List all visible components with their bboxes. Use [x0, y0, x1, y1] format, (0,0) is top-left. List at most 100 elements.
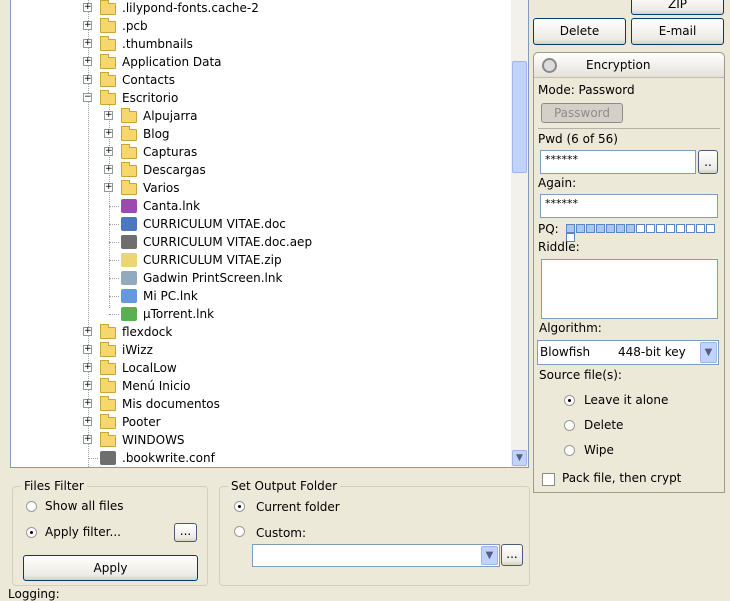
- tree-item[interactable]: + Capturas: [11, 143, 511, 161]
- tree-item[interactable]: Mi PC.lnk: [11, 287, 511, 305]
- pq-segment: [566, 224, 575, 233]
- expand-icon[interactable]: +: [104, 183, 113, 192]
- algorithm-select[interactable]: Blowfish 448-bit key ▼: [537, 340, 719, 365]
- delete-button[interactable]: Delete: [533, 18, 626, 45]
- tree-item[interactable]: + Varios: [11, 179, 511, 197]
- scroll-down-button[interactable]: ▼: [512, 450, 527, 466]
- expand-icon[interactable]: +: [83, 363, 92, 372]
- pack-checkbox[interactable]: [542, 473, 555, 486]
- pq-label: PQ:: [538, 222, 559, 236]
- toggle-circle-icon[interactable]: [542, 58, 557, 73]
- tree-scrollbar[interactable]: ▼: [511, 0, 528, 467]
- tree-item-label: .lilypond-fonts.cache-2: [122, 1, 259, 15]
- pq-segment: [636, 224, 645, 233]
- expand-icon[interactable]: +: [83, 39, 92, 48]
- apply-filter-radio[interactable]: [26, 527, 37, 538]
- tree-item[interactable]: − Escritorio: [11, 89, 511, 107]
- tree-item[interactable]: Canta.lnk: [11, 197, 511, 215]
- expand-icon[interactable]: +: [83, 75, 92, 84]
- tree-item-label: Capturas: [143, 145, 198, 159]
- tree-item[interactable]: CURRICULUM VITAE.zip: [11, 251, 511, 269]
- tree-item[interactable]: + flexdock: [11, 323, 511, 341]
- expand-icon[interactable]: +: [83, 57, 92, 66]
- tree-item[interactable]: CURRICULUM VITAE.doc: [11, 215, 511, 233]
- encryption-title: Encryption: [586, 58, 651, 72]
- folder-icon: [100, 396, 116, 411]
- expand-icon[interactable]: +: [83, 435, 92, 444]
- chevron-down-icon[interactable]: ▼: [481, 546, 498, 565]
- email-button[interactable]: E-mail: [631, 18, 724, 45]
- show-all-radio[interactable]: [26, 501, 37, 512]
- expand-icon[interactable]: +: [83, 21, 92, 30]
- tree-item[interactable]: + Blog: [11, 125, 511, 143]
- output-folder-title: Set Output Folder: [228, 479, 341, 493]
- scrollbar-thumb[interactable]: [512, 61, 527, 173]
- zip-button[interactable]: ZIP: [631, 0, 724, 15]
- tree-item[interactable]: + Application Data: [11, 53, 511, 71]
- tree-item[interactable]: µTorrent.lnk: [11, 305, 511, 323]
- tree-item[interactable]: + Pooter: [11, 413, 511, 431]
- pq-segment: [646, 224, 655, 233]
- expand-icon[interactable]: +: [104, 147, 113, 156]
- chevron-down-icon[interactable]: ▼: [700, 342, 717, 363]
- tree-item[interactable]: + WINDOWS: [11, 431, 511, 449]
- expand-icon[interactable]: +: [104, 165, 113, 174]
- tree-item-label: .bookwrite.conf: [122, 451, 215, 465]
- tree-item[interactable]: + Mis documentos: [11, 395, 511, 413]
- custom-folder-select[interactable]: ▼: [252, 544, 500, 567]
- folder-icon: [100, 378, 116, 393]
- password-field[interactable]: ******: [540, 150, 696, 174]
- tree-item[interactable]: + iWizz: [11, 341, 511, 359]
- show-all-label: Show all files: [45, 499, 124, 513]
- password-confirm-field[interactable]: ******: [540, 194, 718, 218]
- tree-item[interactable]: + .pcb: [11, 17, 511, 35]
- tree-item[interactable]: + .lilypond-fonts.cache-2: [11, 0, 511, 17]
- folder-icon: [100, 72, 116, 87]
- apply-button[interactable]: Apply: [23, 555, 198, 581]
- expand-icon[interactable]: +: [83, 399, 92, 408]
- expand-icon[interactable]: +: [104, 111, 113, 120]
- password-browse-button[interactable]: ..: [698, 150, 718, 174]
- tree-item[interactable]: Gadwin PrintScreen.lnk: [11, 269, 511, 287]
- riddle-field[interactable]: [541, 259, 718, 319]
- tree-item-label: Descargas: [143, 163, 206, 177]
- filter-browse-button[interactable]: ...: [174, 523, 197, 542]
- tree-item[interactable]: + LocalLow: [11, 359, 511, 377]
- tree-item[interactable]: + Menú Inicio: [11, 377, 511, 395]
- custom-radio[interactable]: [234, 526, 245, 537]
- encryption-header[interactable]: Encryption: [534, 53, 724, 78]
- source-option-radio[interactable]: [564, 420, 575, 431]
- tree-item[interactable]: .bookwrite.conf: [11, 449, 511, 467]
- custom-folder-browse-button[interactable]: ...: [501, 544, 523, 566]
- tree-item[interactable]: + Alpujarra: [11, 107, 511, 125]
- expand-icon[interactable]: +: [83, 381, 92, 390]
- expand-icon[interactable]: +: [83, 345, 92, 354]
- expand-icon[interactable]: +: [83, 417, 92, 426]
- riddle-label: Riddle:: [538, 240, 580, 254]
- tree-item-label: Gadwin PrintScreen.lnk: [143, 271, 283, 285]
- tree-item[interactable]: + Contacts: [11, 71, 511, 89]
- collapse-icon[interactable]: −: [83, 93, 92, 102]
- tree-item[interactable]: CURRICULUM VITAE.doc.aep: [11, 233, 511, 251]
- tree-item-label: Mis documentos: [122, 397, 220, 411]
- files-filter-group: Files Filter Show all files Apply filter…: [12, 479, 208, 586]
- tree-item-label: Menú Inicio: [122, 379, 191, 393]
- current-folder-radio[interactable]: [234, 501, 245, 512]
- file-tree[interactable]: + .lilypond-fonts.cache-2 + .pcb + .thumbnail…: [10, 0, 529, 468]
- expand-icon[interactable]: +: [83, 3, 92, 12]
- tree-item[interactable]: + Descargas: [11, 161, 511, 179]
- tree-item-label: flexdock: [122, 325, 173, 339]
- zip-icon: [121, 253, 137, 267]
- pq-segment: [706, 224, 715, 233]
- expand-icon[interactable]: +: [104, 129, 113, 138]
- tree-item-label: Varios: [143, 181, 180, 195]
- pwd-label: Pwd (6 of 56): [538, 132, 618, 146]
- source-option-radio[interactable]: [564, 395, 575, 406]
- expand-icon[interactable]: +: [83, 327, 92, 336]
- tree-item[interactable]: + .thumbnails: [11, 35, 511, 53]
- printscreen-icon: [121, 271, 137, 285]
- tree-item-label: CURRICULUM VITAE.doc: [143, 217, 286, 231]
- source-option-radio[interactable]: [564, 445, 575, 456]
- mode-label: Mode: Password: [538, 83, 635, 97]
- computer-icon: [121, 289, 137, 303]
